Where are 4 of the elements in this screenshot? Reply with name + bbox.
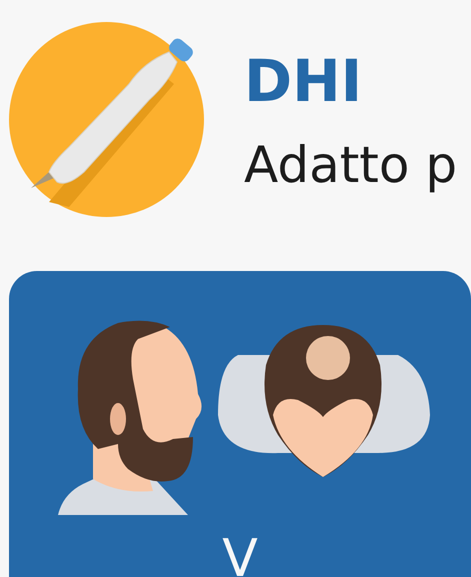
subtitle: Adatto p [244,140,458,190]
card-title: V [222,533,258,577]
title: DHI [244,52,362,110]
pen-device-icon [9,22,204,217]
